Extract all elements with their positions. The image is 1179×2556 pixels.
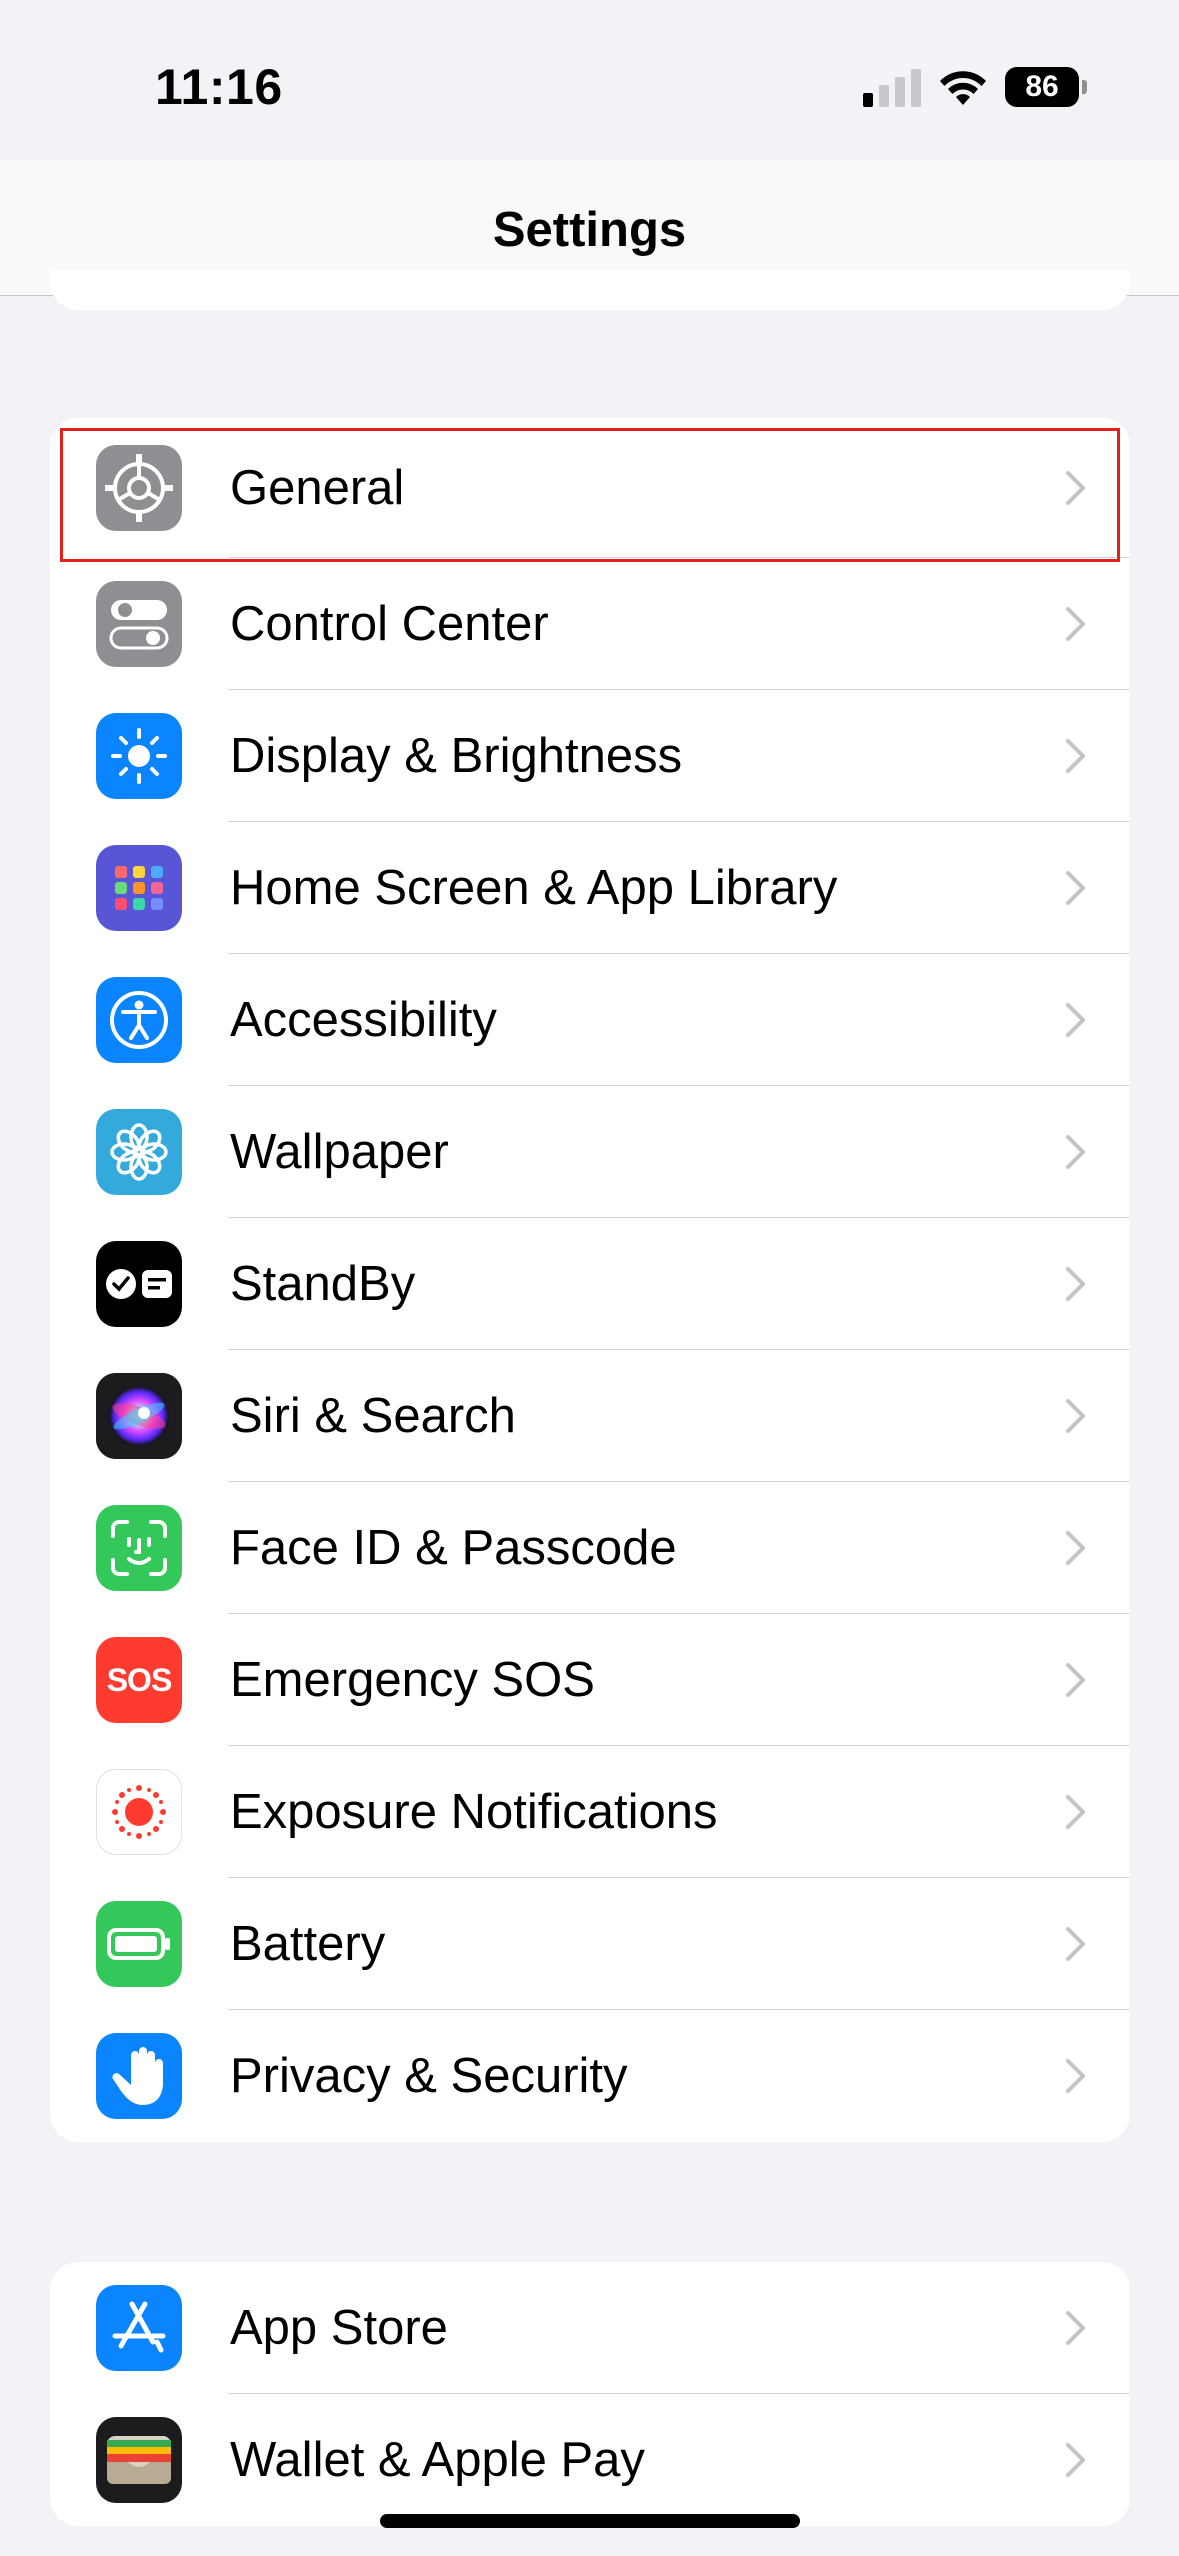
settings-row-home-screen-and-app-library[interactable]: Home Screen & App Library: [50, 822, 1130, 954]
settings-row-standby[interactable]: StandBy: [50, 1218, 1130, 1350]
chevron-right-icon: [1064, 1002, 1088, 1038]
status-time: 11:16: [155, 59, 283, 115]
flower-icon: [96, 1109, 182, 1195]
chevron-right-icon: [1064, 1662, 1088, 1698]
app-grid-icon: [96, 845, 182, 931]
sos-icon: SOS: [96, 1637, 182, 1723]
settings-row-general[interactable]: General: [50, 418, 1130, 558]
settings-row-siri-and-search[interactable]: Siri & Search: [50, 1350, 1130, 1482]
settings-row-label: App Store: [230, 2301, 448, 2355]
settings-row-emergency-sos[interactable]: SOS Emergency SOS: [50, 1614, 1130, 1746]
chevron-right-icon: [1064, 470, 1088, 506]
chevron-right-icon: [1064, 2442, 1088, 2478]
app-store-icon: [96, 2285, 182, 2371]
settings-row-label: Control Center: [230, 597, 549, 651]
previous-group-edge: [50, 270, 1130, 310]
chevron-right-icon: [1064, 870, 1088, 906]
settings-row-label: Wallpaper: [230, 1125, 449, 1179]
chevron-right-icon: [1064, 1398, 1088, 1434]
settings-group-apps: App Store Wallet & Apple Pay: [50, 2262, 1130, 2526]
accessibility-icon: [96, 977, 182, 1063]
settings-row-display-and-brightness[interactable]: Display & Brightness: [50, 690, 1130, 822]
settings-row-label: StandBy: [230, 1257, 416, 1311]
settings-row-wallpaper[interactable]: Wallpaper: [50, 1086, 1130, 1218]
settings-row-wallet-and-apple-pay[interactable]: Wallet & Apple Pay: [50, 2394, 1130, 2526]
chevron-right-icon: [1064, 1134, 1088, 1170]
settings-row-label: Emergency SOS: [230, 1653, 595, 1707]
wallet-icon: [96, 2417, 182, 2503]
chevron-right-icon: [1064, 738, 1088, 774]
settings-row-control-center[interactable]: Control Center: [50, 558, 1130, 690]
toggles-icon: [96, 581, 182, 667]
settings-row-label: Privacy & Security: [230, 2049, 628, 2103]
page-title: Settings: [492, 203, 687, 257]
settings-row-label: Face ID & Passcode: [230, 1521, 677, 1575]
chevron-right-icon: [1064, 1530, 1088, 1566]
settings-row-exposure-notifications[interactable]: Exposure Notifications: [50, 1746, 1130, 1878]
cellular-signal-icon: [863, 67, 921, 107]
hand-icon: [96, 2033, 182, 2119]
chevron-right-icon: [1064, 1926, 1088, 1962]
settings-row-label: Home Screen & App Library: [230, 861, 838, 915]
settings-row-label: Exposure Notifications: [230, 1785, 718, 1839]
gear-icon: [96, 445, 182, 531]
chevron-right-icon: [1064, 1266, 1088, 1302]
sun-icon: [96, 713, 182, 799]
battery-icon: [96, 1901, 182, 1987]
settings-row-label: Siri & Search: [230, 1389, 516, 1443]
chevron-right-icon: [1064, 2310, 1088, 2346]
settings-row-label: Accessibility: [230, 993, 497, 1047]
siri-icon: [96, 1373, 182, 1459]
sos-text: SOS: [106, 1661, 173, 1698]
exposure-icon: [96, 1769, 182, 1855]
settings-row-accessibility[interactable]: Accessibility: [50, 954, 1130, 1086]
settings-row-label: General: [230, 461, 405, 515]
status-bar: 11:16 86: [0, 0, 1179, 160]
wifi-icon: [940, 71, 986, 105]
standby-icon: [96, 1241, 182, 1327]
face-id-icon: [96, 1505, 182, 1591]
settings-row-battery[interactable]: Battery: [50, 1878, 1130, 2010]
battery-status-icon: 86: [1005, 67, 1087, 107]
settings-group-main: General Control Center Display & Brightnes…: [50, 418, 1130, 2142]
chevron-right-icon: [1064, 606, 1088, 642]
settings-row-label: Wallet & Apple Pay: [230, 2433, 645, 2487]
chevron-right-icon: [1064, 2058, 1088, 2094]
settings-row-face-id-and-passcode[interactable]: Face ID & Passcode: [50, 1482, 1130, 1614]
settings-row-label: Display & Brightness: [230, 729, 683, 783]
home-indicator[interactable]: [380, 2514, 800, 2528]
settings-row-label: Battery: [230, 1917, 386, 1971]
settings-row-app-store[interactable]: App Store: [50, 2262, 1130, 2394]
settings-row-privacy-and-security[interactable]: Privacy & Security: [50, 2010, 1130, 2142]
status-icons: 86: [863, 64, 1087, 110]
chevron-right-icon: [1064, 1794, 1088, 1830]
